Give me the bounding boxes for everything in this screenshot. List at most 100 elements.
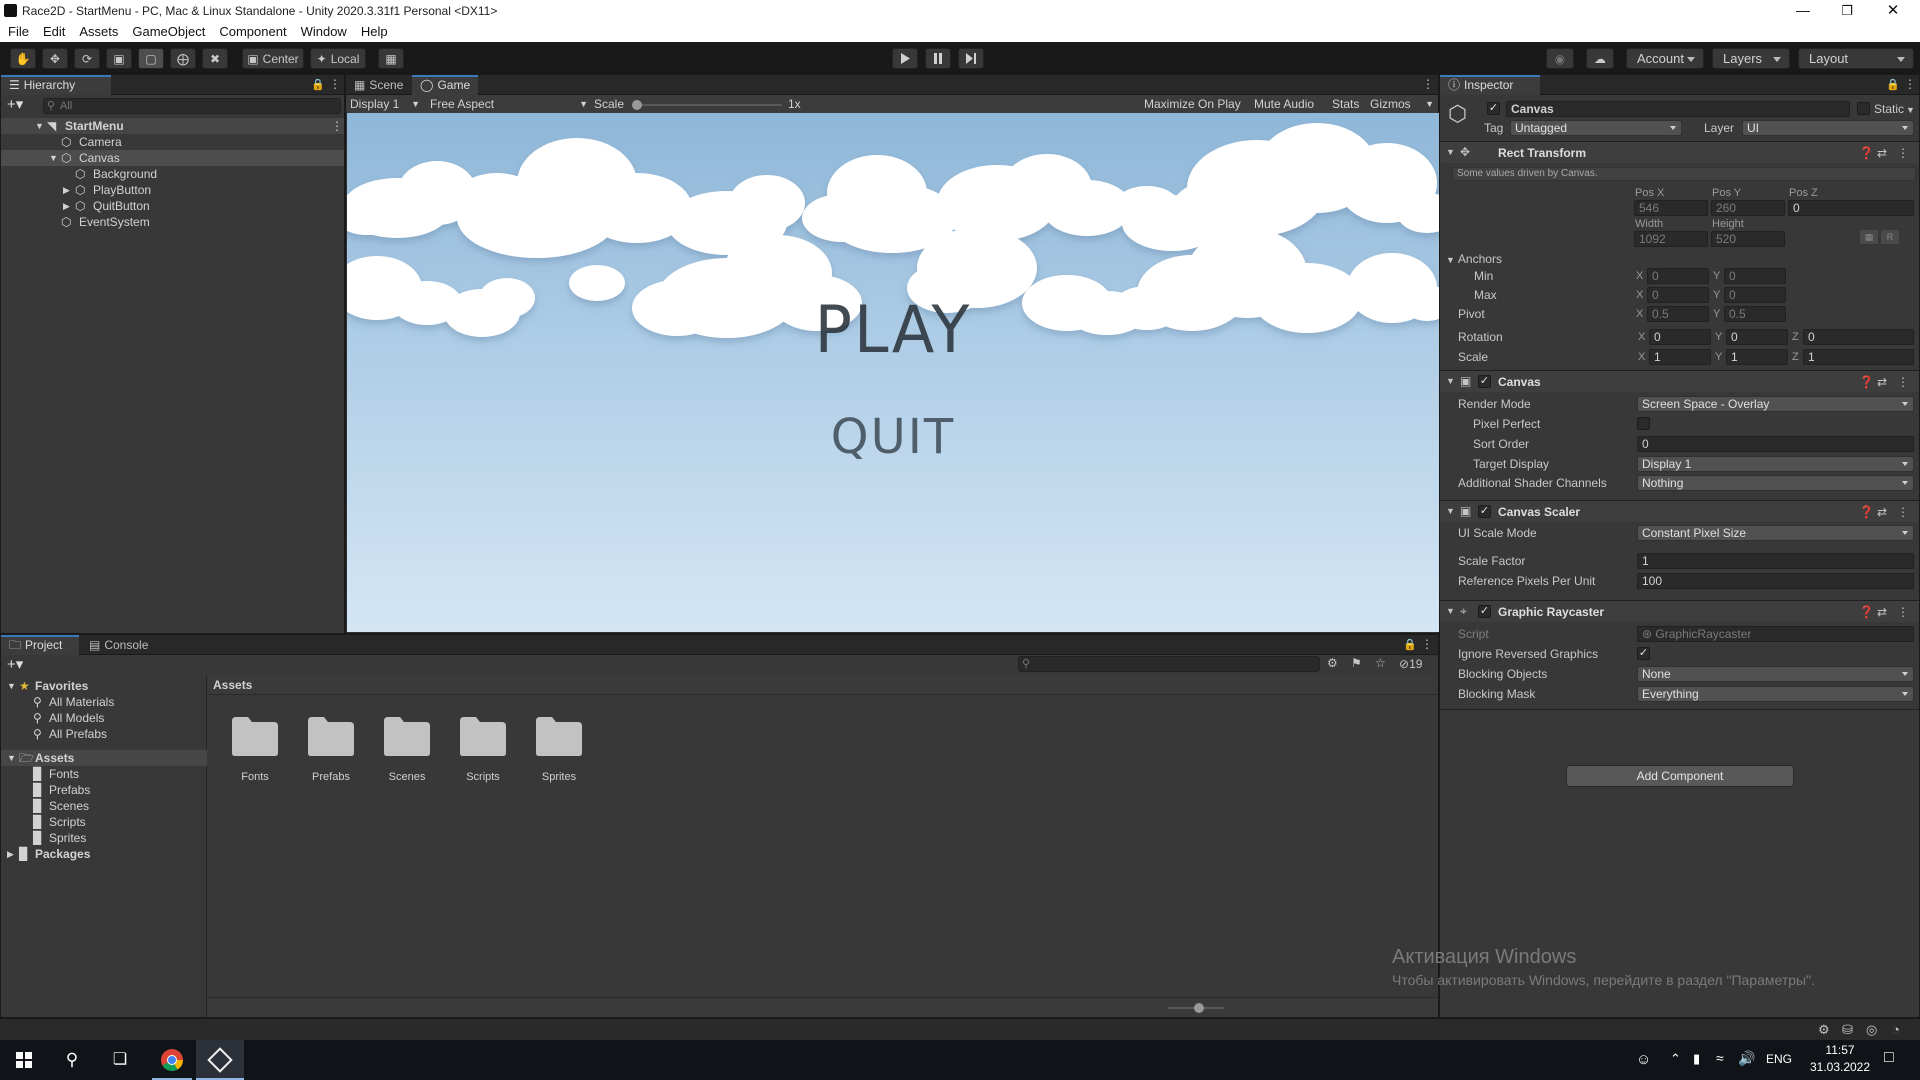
- tree-folder-scenes[interactable]: ▉ Scenes: [1, 798, 207, 814]
- anchor-min-x-field[interactable]: 0: [1647, 268, 1709, 284]
- aspect-dropdown[interactable]: Free Aspect ▼: [430, 96, 590, 113]
- raw-edit-button[interactable]: R: [1881, 230, 1899, 244]
- preset-icon[interactable]: ⇄: [1877, 605, 1887, 619]
- hierarchy-item-canvas[interactable]: ▼ ⬡ Canvas: [1, 150, 344, 166]
- pause-button[interactable]: [925, 48, 951, 69]
- ref-ppu-field[interactable]: 100: [1637, 573, 1914, 589]
- lock-icon[interactable]: 🔒: [1403, 638, 1417, 651]
- close-button[interactable]: ✕: [1880, 0, 1906, 22]
- icon-size-slider[interactable]: [1168, 1003, 1224, 1013]
- canvas-scaler-enabled-checkbox[interactable]: ✓: [1478, 505, 1491, 518]
- scale-x-field[interactable]: 1: [1649, 349, 1711, 365]
- breadcrumb[interactable]: Assets: [213, 675, 252, 695]
- search-taskbar-button[interactable]: ⚲: [48, 1040, 96, 1080]
- hierarchy-search-input[interactable]: ⚲ All: [43, 98, 341, 114]
- favorite-all-models[interactable]: ⚲ All Models: [1, 710, 207, 726]
- anchor-max-y-field[interactable]: 0: [1724, 287, 1786, 303]
- custom-tool-button[interactable]: ✖: [202, 48, 228, 69]
- quit-menu-button[interactable]: QUIT: [347, 409, 1439, 465]
- pos-z-field[interactable]: 0: [1788, 200, 1914, 216]
- stats-toggle[interactable]: Stats: [1332, 96, 1359, 113]
- add-component-button[interactable]: Add Component: [1566, 765, 1794, 787]
- asset-folder-prefabs[interactable]: Prefabs: [306, 715, 356, 787]
- cache-icon[interactable]: ⛁: [1842, 1022, 1853, 1038]
- anchors-foldout[interactable]: ▼ Anchors: [1446, 251, 1502, 268]
- move-tool-button[interactable]: ✥: [42, 48, 68, 69]
- hierarchy-item-background[interactable]: ⬡ Background: [1, 166, 344, 182]
- minimize-button[interactable]: —: [1790, 0, 1816, 22]
- menu-file[interactable]: File: [8, 22, 29, 42]
- tab-inspector[interactable]: ⓘ Inspector: [1440, 75, 1540, 95]
- rotation-y-field[interactable]: 0: [1726, 329, 1788, 345]
- layers-dropdown[interactable]: Layers: [1712, 48, 1790, 69]
- component-menu-icon[interactable]: ⋮: [1897, 605, 1909, 619]
- preset-icon[interactable]: ⇄: [1877, 375, 1887, 389]
- graphic-raycaster-header[interactable]: ▼ ⌖ ✓ Graphic Raycaster ❓ ⇄ ⋮: [1440, 600, 1919, 622]
- maximize-button[interactable]: ❐: [1834, 0, 1860, 22]
- component-menu-icon[interactable]: ⋮: [1897, 375, 1909, 389]
- assets-tree-root[interactable]: ▼ 🗁 Assets: [1, 750, 207, 766]
- tab-console[interactable]: ▤ Console: [81, 635, 161, 655]
- pivot-x-field[interactable]: 0.5: [1647, 306, 1709, 322]
- project-search-input[interactable]: ⚲: [1018, 656, 1320, 672]
- task-view-button[interactable]: ❏: [96, 1040, 144, 1080]
- cloud-button[interactable]: ☁: [1586, 48, 1614, 69]
- notifications-icon[interactable]: □: [1884, 1049, 1894, 1067]
- tree-folder-sprites[interactable]: ▉ Sprites: [1, 830, 207, 846]
- hidden-packages-toggle[interactable]: ⊘19: [1399, 656, 1422, 672]
- object-name-field[interactable]: Canvas: [1506, 101, 1850, 117]
- layer-dropdown[interactable]: UI: [1742, 120, 1914, 136]
- scale-tool-button[interactable]: ▣: [106, 48, 132, 69]
- space-local-button[interactable]: ✦ Local: [310, 48, 366, 69]
- width-field[interactable]: 1092: [1634, 231, 1708, 247]
- lock-icon[interactable]: 🔒: [1886, 78, 1900, 91]
- grid-snap-button[interactable]: ▦: [378, 48, 404, 69]
- hierarchy-add-button[interactable]: +▾: [7, 96, 23, 114]
- scale-z-field[interactable]: 1: [1803, 349, 1914, 365]
- step-button[interactable]: [958, 48, 984, 69]
- blocking-mask-dropdown[interactable]: Everything: [1637, 686, 1914, 702]
- wifi-icon[interactable]: ≈: [1716, 1050, 1724, 1066]
- favorite-all-prefabs[interactable]: ⚲ All Prefabs: [1, 726, 207, 742]
- rect-transform-header[interactable]: ▼ ✥ Rect Transform ❓ ⇄ ⋮: [1440, 141, 1919, 163]
- progress-icon[interactable]: ◔: [1892, 1022, 1900, 1037]
- ignore-reversed-checkbox[interactable]: ✓: [1637, 647, 1650, 660]
- maximize-on-play-toggle[interactable]: Maximize On Play: [1144, 96, 1241, 113]
- tab-game[interactable]: ◯ Game: [412, 75, 478, 95]
- menu-assets[interactable]: Assets: [79, 22, 118, 42]
- tree-folder-scripts[interactable]: ▉ Scripts: [1, 814, 207, 830]
- battery-icon[interactable]: ▮: [1693, 1051, 1700, 1067]
- account-dropdown[interactable]: Account: [1626, 48, 1704, 69]
- filter-by-label-icon[interactable]: ⚑: [1351, 656, 1362, 670]
- auto-generate-icon[interactable]: ◎: [1866, 1022, 1877, 1038]
- panel-menu-icon[interactable]: ⋮: [329, 77, 341, 91]
- filter-by-type-icon[interactable]: ⚙: [1327, 656, 1338, 670]
- tab-scene[interactable]: ▦ Scene: [346, 75, 412, 95]
- layout-dropdown[interactable]: Layout: [1798, 48, 1914, 69]
- language-indicator[interactable]: ENG: [1766, 1052, 1792, 1066]
- menu-edit[interactable]: Edit: [43, 22, 65, 42]
- preset-icon[interactable]: ⇄: [1877, 146, 1887, 160]
- hierarchy-scene-row[interactable]: ▼ ◥ StartMenu ⋮: [1, 118, 344, 134]
- star-icon[interactable]: ☆: [1375, 656, 1386, 670]
- display-dropdown[interactable]: Display 1 ▼: [350, 96, 422, 113]
- asset-folder-fonts[interactable]: Fonts: [230, 715, 280, 787]
- debug-icon[interactable]: ⚙: [1818, 1022, 1830, 1038]
- menu-window[interactable]: Window: [301, 22, 347, 42]
- icon-size-slider-knob[interactable]: [1194, 1003, 1204, 1013]
- packages-tree-root[interactable]: ▶ ▉ Packages: [1, 846, 207, 862]
- render-mode-dropdown[interactable]: Screen Space - Overlay: [1637, 396, 1914, 412]
- component-menu-icon[interactable]: ⋮: [1897, 146, 1909, 160]
- transform-tool-button[interactable]: ⨁: [170, 48, 196, 69]
- component-menu-icon[interactable]: ⋮: [1897, 505, 1909, 519]
- clock-date[interactable]: 31.03.2022: [1800, 1060, 1880, 1074]
- volume-icon[interactable]: 🔊: [1738, 1050, 1755, 1067]
- chevron-up-icon[interactable]: ⌃: [1670, 1051, 1681, 1067]
- favorite-all-materials[interactable]: ⚲ All Materials: [1, 694, 207, 710]
- help-icon[interactable]: ❓: [1859, 375, 1874, 389]
- sort-order-field[interactable]: 0: [1637, 436, 1914, 452]
- ui-scale-mode-dropdown[interactable]: Constant Pixel Size: [1637, 525, 1914, 541]
- scale-factor-field[interactable]: 1: [1637, 553, 1914, 569]
- tag-dropdown[interactable]: Untagged: [1510, 120, 1682, 136]
- target-display-dropdown[interactable]: Display 1: [1637, 456, 1914, 472]
